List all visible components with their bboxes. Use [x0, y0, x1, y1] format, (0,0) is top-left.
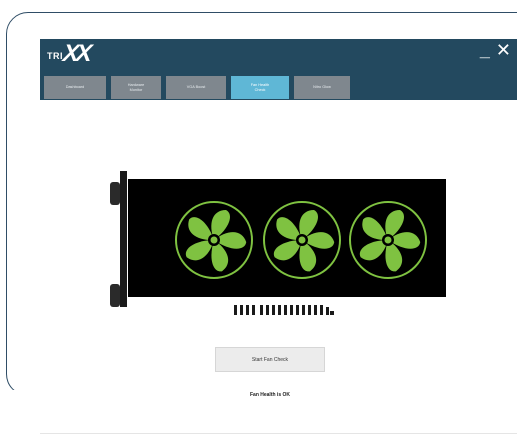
app-window: TRI XX _ ✕ Dashboard Hardware Monitor VG…: [40, 39, 517, 438]
screenshot: TRI XX _ ✕ Dashboard Hardware Monitor VG…: [0, 0, 517, 438]
title-bar: TRI XX _ ✕ Dashboard Hardware Monitor VG…: [40, 39, 517, 100]
bracket-tab-bottom: [110, 284, 120, 307]
main-content: Start Fan Check Fan Health is OK: [40, 100, 517, 438]
graphics-card-illustration: [110, 171, 446, 315]
pcie-connector: [234, 305, 334, 315]
tab-hardware-monitor[interactable]: Hardware Monitor: [111, 76, 161, 99]
tab-vga-boost[interactable]: VGA Boost: [166, 76, 226, 99]
fan-health-status: Fan Health is OK: [249, 392, 290, 398]
close-button[interactable]: ✕: [496, 41, 511, 59]
frame-gap: [0, 390, 40, 404]
logo-mark: XX: [61, 40, 91, 67]
tab-dashboard[interactable]: Dashboard: [44, 76, 106, 99]
footer-divider: [40, 433, 517, 434]
minimize-button[interactable]: _: [480, 41, 490, 59]
window-controls: _ ✕: [480, 41, 511, 59]
tab-fan-health-check[interactable]: Fan Health Check: [231, 76, 289, 99]
bracket-tab-top: [110, 182, 120, 205]
logo-prefix: TRI: [47, 51, 63, 61]
start-fan-check-button[interactable]: Start Fan Check: [215, 347, 325, 372]
trixx-logo: TRI XX: [47, 40, 91, 67]
tab-bar: Dashboard Hardware Monitor VGA Boost Fan…: [44, 76, 350, 99]
tab-nitro-glow[interactable]: Nitro Glow: [294, 76, 350, 99]
card-bracket: [120, 171, 127, 307]
